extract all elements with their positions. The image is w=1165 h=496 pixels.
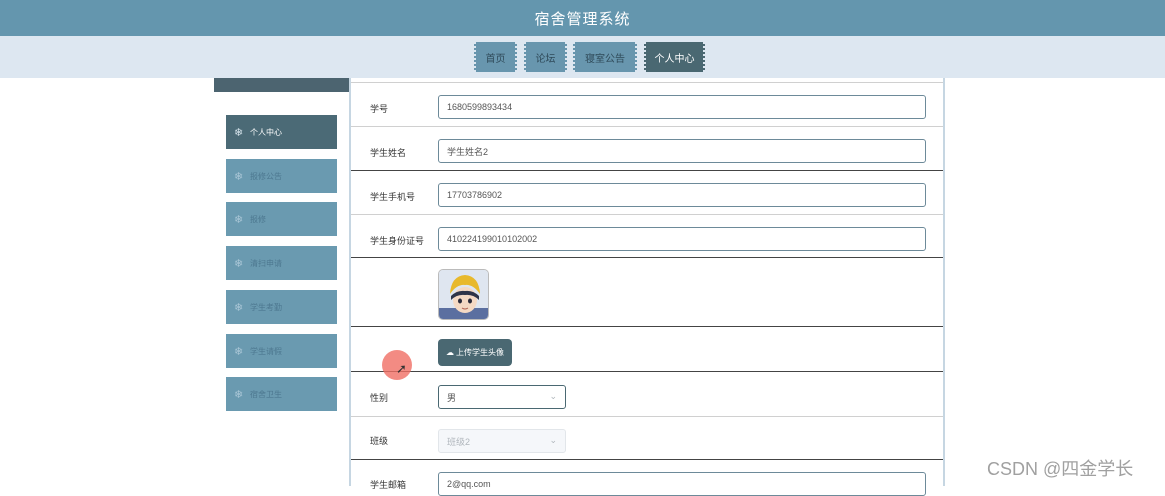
gender-value: 男 <box>447 392 457 403</box>
sidebar-item-repair[interactable]: ❄ 报修 <box>226 202 337 236</box>
student-avatar <box>438 269 489 320</box>
student-id-card-label: 学生身份证号 <box>370 236 425 246</box>
top-nav: 首页 论坛 寝室公告 个人中心 <box>0 36 1165 78</box>
cloud-upload-icon: ☁ <box>446 348 454 357</box>
sidebar-header <box>214 78 350 92</box>
avatar-image <box>439 270 488 319</box>
watermark-text: CSDN @四金学长 <box>987 459 1134 479</box>
student-name-label: 学生姓名 <box>370 148 407 158</box>
nav-item-forum[interactable]: 论坛 <box>524 42 567 72</box>
snowflake-icon: ❄ <box>234 213 244 226</box>
student-no-input[interactable]: 1680599893434 <box>438 95 926 119</box>
snowflake-icon: ❄ <box>234 345 244 358</box>
sidebar-item-hygiene[interactable]: ❄ 宿舍卫生 <box>226 377 337 411</box>
app-title: 宿舍管理系统 <box>534 10 631 28</box>
sidebar-item-label: 报修公告 <box>250 171 282 181</box>
student-no-label: 学号 <box>370 104 389 114</box>
profile-form: 学号 1680599893434 学生姓名 学生姓名2 学生手机号 177037… <box>349 78 945 496</box>
nav-item-profile[interactable]: 个人中心 <box>644 42 705 72</box>
sidebar-item-profile[interactable]: ❄ 个人中心 <box>226 115 337 149</box>
sidebar-item-cleaning[interactable]: ❄ 清扫申请 <box>226 246 337 280</box>
sidebar-item-attendance[interactable]: ❄ 学生考勤 <box>226 290 337 324</box>
snowflake-icon: ❄ <box>234 170 244 183</box>
sidebar-item-label: 报修 <box>250 214 266 224</box>
snowflake-icon: ❄ <box>234 388 244 401</box>
class-select[interactable]: 班级2 ⌄ <box>438 429 566 453</box>
gender-select[interactable]: 男 ⌄ <box>438 385 566 409</box>
sidebar-item-leave[interactable]: ❄ 学生请假 <box>226 334 337 368</box>
row-divider <box>351 371 943 372</box>
app-header: 宿舍管理系统 <box>0 0 1165 36</box>
snowflake-icon: ❄ <box>234 126 244 139</box>
row-divider <box>351 82 943 83</box>
nav-item-announcement[interactable]: 寝室公告 <box>573 42 637 72</box>
class-label: 班级 <box>370 436 389 446</box>
student-id-card-input[interactable]: 410224199010102002 <box>438 227 926 251</box>
row-divider <box>351 326 943 327</box>
row-divider <box>351 170 943 171</box>
row-divider <box>351 416 943 417</box>
upload-avatar-button[interactable]: ☁ 上传学生头像 <box>438 339 512 366</box>
email-input[interactable]: 2@qq.com <box>438 472 926 496</box>
sidebar-item-label: 清扫申请 <box>250 258 282 268</box>
sidebar-item-label: 个人中心 <box>250 127 282 137</box>
class-value: 班级2 <box>447 436 471 447</box>
sidebar-item-label: 宿舍卫生 <box>250 389 282 399</box>
gender-label: 性别 <box>370 393 389 403</box>
upload-button-label: 上传学生头像 <box>456 348 504 357</box>
student-phone-label: 学生手机号 <box>370 192 416 202</box>
row-divider <box>351 459 943 460</box>
sidebar-item-repair-notice[interactable]: ❄ 报修公告 <box>226 159 337 193</box>
mouse-cursor-icon: ➚ <box>396 361 407 376</box>
snowflake-icon: ❄ <box>234 301 244 314</box>
student-phone-input[interactable]: 17703786902 <box>438 183 926 207</box>
row-divider <box>351 257 943 258</box>
row-divider <box>351 126 943 127</box>
sidebar-item-label: 学生请假 <box>250 346 282 356</box>
student-name-input[interactable]: 学生姓名2 <box>438 139 926 163</box>
nav-item-home[interactable]: 首页 <box>474 42 517 72</box>
row-divider <box>351 214 943 215</box>
chevron-down-icon: ⌄ <box>549 435 557 445</box>
chevron-down-icon: ⌄ <box>549 391 557 401</box>
snowflake-icon: ❄ <box>234 257 244 270</box>
email-label: 学生邮箱 <box>370 480 407 490</box>
sidebar-item-label: 学生考勤 <box>250 302 282 312</box>
